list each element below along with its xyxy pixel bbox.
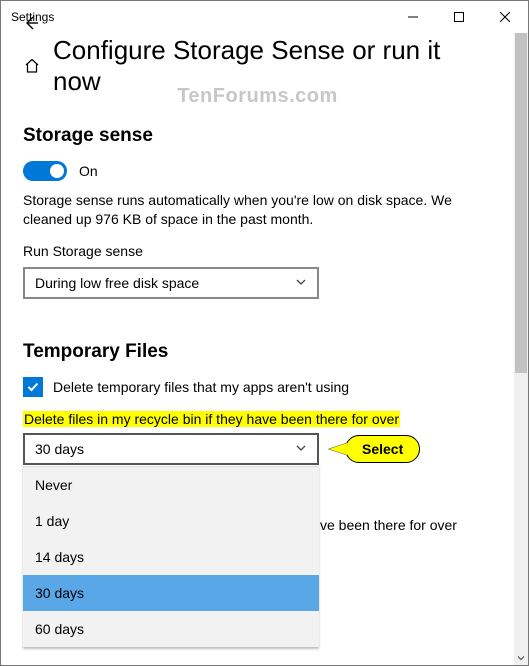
delete-temp-files-checkbox[interactable] <box>23 377 43 397</box>
scrollbar-thumb[interactable] <box>515 33 527 373</box>
dropdown-option-1-day[interactable]: 1 day <box>23 503 319 539</box>
select-callout: Select <box>329 435 420 463</box>
title-bar: Settings <box>1 1 528 33</box>
back-button[interactable] <box>19 11 43 35</box>
run-schedule-label: Run Storage sense <box>23 243 492 259</box>
page-title: Configure Storage Sense or run it now <box>53 35 492 97</box>
storage-sense-description: Storage sense runs automatically when yo… <box>23 191 483 229</box>
vertical-scrollbar[interactable] <box>514 33 528 665</box>
callout-text: Select <box>345 435 420 463</box>
home-icon <box>23 57 41 75</box>
chevron-down-icon <box>295 441 307 457</box>
maximize-button[interactable] <box>436 1 482 33</box>
dropdown-option-14-days[interactable]: 14 days <box>23 539 319 575</box>
section-title-storage-sense: Storage sense <box>23 125 492 147</box>
recycle-bin-value: 30 days <box>35 441 84 457</box>
downloads-label-fragment: ve been there for over <box>320 517 457 533</box>
dropdown-option-30-days[interactable]: 30 days <box>23 575 319 611</box>
recycle-bin-combo[interactable]: 30 days <box>23 433 319 465</box>
recycle-bin-label: Delete files in my recycle bin if they h… <box>23 411 400 427</box>
delete-temp-files-label: Delete temporary files that my apps aren… <box>53 379 349 395</box>
recycle-bin-dropdown: Never 1 day 14 days 30 days 60 days <box>23 466 319 647</box>
storage-sense-toggle[interactable] <box>23 161 67 181</box>
run-schedule-combo[interactable]: During low free disk space <box>23 267 319 299</box>
scroll-down-arrow[interactable] <box>514 651 528 665</box>
page-heading: Configure Storage Sense or run it now <box>23 35 492 97</box>
toggle-state-label: On <box>79 163 98 179</box>
close-button[interactable] <box>482 1 528 33</box>
dropdown-option-60-days[interactable]: 60 days <box>23 611 319 647</box>
dropdown-option-never[interactable]: Never <box>23 467 319 503</box>
run-schedule-value: During low free disk space <box>35 275 199 291</box>
chevron-down-icon <box>295 275 307 291</box>
minimize-button[interactable] <box>390 1 436 33</box>
section-title-temporary-files: Temporary Files <box>23 341 492 363</box>
